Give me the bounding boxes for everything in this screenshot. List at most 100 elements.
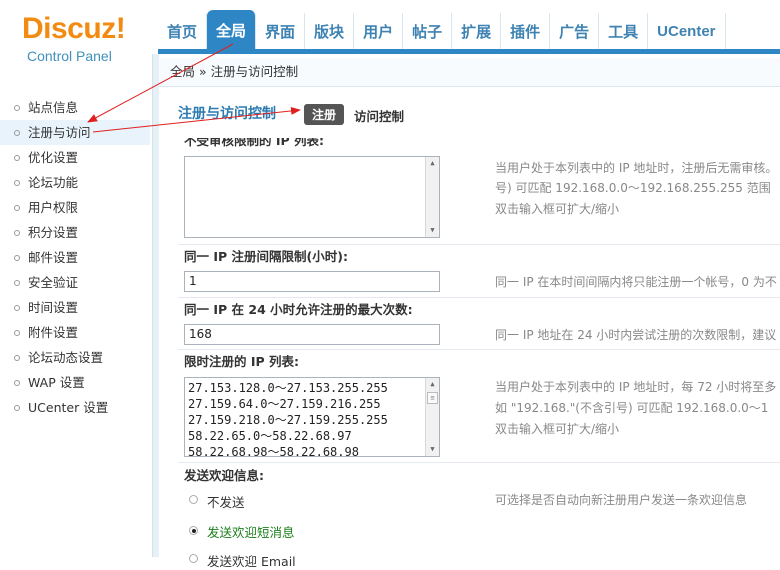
sidebar-item-label: 安全验证 — [28, 275, 79, 290]
field-label-welcome-message: 发送欢迎信息: — [184, 468, 264, 483]
field-tip-line: 当用户处于本列表中的 IP 地址时，每 72 小时将至多 — [495, 380, 777, 394]
sidebar-item-mail[interactable]: 邮件设置 — [0, 245, 150, 270]
logo-main-text: Discuz! — [22, 12, 126, 45]
sidebar-item-label: 站点信息 — [28, 100, 79, 115]
nav-tab-global[interactable]: 全局 — [207, 10, 257, 50]
timed-ip-textarea[interactable]: 27.153.128.0～27.153.255.255 27.159.64.0～… — [184, 377, 440, 457]
sidebar-item-credits[interactable]: 积分设置 — [0, 220, 150, 245]
sidebar-item-label: 积分设置 — [28, 225, 79, 240]
nav-tab-interface[interactable]: 界面 — [256, 13, 306, 50]
scroll-up-icon[interactable]: ▲ — [426, 157, 439, 170]
sidebar-item-label: 论坛动态设置 — [28, 350, 104, 365]
radio-label-welcome-email: 发送欢迎 Email — [207, 554, 296, 569]
sidebar-border — [152, 54, 159, 557]
field-tip-line: 如 "192.168."(不含引号) 可匹配 192.168.0.0～1 — [495, 401, 769, 415]
sidebar-item-forum-features[interactable]: 论坛功能 — [0, 170, 150, 195]
scroll-up-icon[interactable]: ▲ — [426, 378, 439, 391]
bullet-icon — [14, 254, 20, 261]
radio-no-send[interactable] — [189, 495, 198, 504]
scroll-thumb[interactable]: ≡ — [427, 392, 438, 404]
bullet-icon — [14, 304, 20, 311]
logo-sub-text: Control Panel — [27, 48, 112, 64]
field-tip-line: 双击输入框可扩大/缩小 — [495, 202, 620, 216]
sidebar-item-label: 优化设置 — [28, 150, 79, 165]
tab-register[interactable]: 注册 — [304, 104, 345, 125]
textarea-scrollbar[interactable]: ▲ ▼ — [425, 157, 439, 237]
bullet-icon — [14, 354, 20, 361]
breadcrumb: 全局 » 注册与访问控制 — [158, 58, 780, 87]
bullet-icon — [14, 229, 20, 236]
bullet-icon — [14, 379, 20, 386]
radio-label-welcome-pm: 发送欢迎短消息 — [207, 525, 295, 540]
field-label-timed-ip-list: 限时注册的 IP 列表: — [184, 354, 300, 369]
sidebar-item-label: UCenter 设置 — [28, 400, 109, 415]
tab-access-control[interactable]: 访问控制 — [354, 106, 404, 125]
top-nav: 首页 全局 界面 版块 用户 帖子 扩展 插件 广告 工具 UCenter — [158, 10, 726, 50]
textarea-line: 27.153.128.0～27.153.255.255 — [188, 381, 388, 395]
bullet-icon — [14, 329, 20, 336]
field-tip: 同一 IP 在本时间间隔内将只能注册一个帐号，0 为不 — [495, 275, 777, 289]
bullet-icon — [14, 404, 20, 411]
bullet-icon — [14, 279, 20, 286]
sidebar-item-label: WAP 设置 — [28, 375, 85, 390]
nav-tab-users[interactable]: 用户 — [354, 13, 404, 50]
sidebar-item-site-info[interactable]: 站点信息 — [0, 95, 150, 120]
discuz-logo[interactable]: Discuz! Control Panel — [22, 12, 142, 68]
sidebar-item-registration[interactable]: 注册与访问 — [0, 120, 150, 145]
nav-tab-home[interactable]: 首页 — [158, 13, 208, 50]
sidebar-item-optimization[interactable]: 优化设置 — [0, 145, 150, 170]
nav-tab-posts[interactable]: 帖子 — [403, 13, 453, 50]
field-tip: 同一 IP 地址在 24 小时内尝试注册的次数限制，建议 — [495, 328, 777, 342]
row-divider — [178, 244, 780, 245]
field-tip-line: 双击输入框可扩大/缩小 — [495, 422, 620, 436]
nav-tab-tools[interactable]: 工具 — [599, 13, 649, 50]
field-tip-line: 号) 可匹配 192.168.0.0～192.168.255.255 范围 — [495, 181, 771, 195]
nav-tab-ucenter[interactable]: UCenter — [648, 13, 726, 50]
textarea-line: 27.159.218.0～27.159.255.255 — [188, 413, 388, 427]
bullet-icon — [14, 129, 20, 136]
sidebar-item-label: 附件设置 — [28, 325, 79, 340]
radio-label-no-send: 不发送 — [207, 495, 245, 510]
sidebar-item-time[interactable]: 时间设置 — [0, 295, 150, 320]
row-divider — [178, 297, 780, 298]
sidebar-item-security[interactable]: 安全验证 — [0, 270, 150, 295]
sidebar-item-forum-feed[interactable]: 论坛动态设置 — [0, 345, 150, 370]
sidebar: 站点信息 注册与访问 优化设置 论坛功能 用户权限 积分设置 邮件设置 安全验证… — [0, 95, 150, 420]
sidebar-item-ucenter[interactable]: UCenter 设置 — [0, 395, 150, 420]
sidebar-item-label: 时间设置 — [28, 300, 79, 315]
field-label-exempt-ip: 不受审核限制的 IP 列表: — [184, 133, 325, 148]
radio-welcome-email[interactable] — [189, 554, 198, 563]
sidebar-item-label: 注册与访问 — [28, 125, 91, 140]
row-divider — [178, 349, 780, 350]
page-title: 注册与访问控制 — [178, 106, 276, 122]
register-interval-input[interactable]: 1 — [184, 271, 440, 292]
nav-underline — [158, 49, 780, 54]
sidebar-item-label: 邮件设置 — [28, 250, 79, 265]
textarea-line: 27.159.64.0～27.159.216.255 — [188, 397, 381, 411]
bullet-icon — [14, 179, 20, 186]
nav-tab-ads[interactable]: 广告 — [550, 13, 600, 50]
field-tip-line: 当用户处于本列表中的 IP 地址时，注册后无需审核。 — [495, 161, 778, 175]
textarea-scrollbar[interactable]: ▲ ≡ ▼ — [425, 378, 439, 456]
header: Discuz! Control Panel 首页 全局 界面 版块 用户 帖子 … — [0, 0, 780, 64]
sidebar-item-wap[interactable]: WAP 设置 — [0, 370, 150, 395]
bullet-icon — [14, 104, 20, 111]
row-divider — [178, 462, 780, 463]
field-label-register-interval: 同一 IP 注册间隔限制(小时): — [184, 249, 348, 264]
scroll-down-icon[interactable]: ▼ — [426, 224, 439, 237]
field-tip: 可选择是否自动向新注册用户发送一条欢迎信息 — [495, 493, 748, 507]
sidebar-item-label: 论坛功能 — [28, 175, 79, 190]
scroll-down-icon[interactable]: ▼ — [426, 443, 439, 456]
sidebar-item-attachments[interactable]: 附件设置 — [0, 320, 150, 345]
sidebar-item-user-permissions[interactable]: 用户权限 — [0, 195, 150, 220]
nav-tab-forums[interactable]: 版块 — [305, 13, 355, 50]
sidebar-item-label: 用户权限 — [28, 200, 79, 215]
textarea-line: 58.22.68.98～58.22.68.98 — [188, 445, 359, 457]
textarea-line: 58.22.65.0～58.22.68.97 — [188, 429, 352, 443]
nav-tab-plugins[interactable]: 插件 — [501, 13, 551, 50]
bullet-icon — [14, 204, 20, 211]
radio-welcome-pm[interactable] — [189, 526, 198, 535]
exempt-ip-textarea[interactable]: ▲ ▼ — [184, 156, 440, 238]
nav-tab-extensions[interactable]: 扩展 — [452, 13, 502, 50]
max-registrations-input[interactable]: 168 — [184, 324, 440, 345]
